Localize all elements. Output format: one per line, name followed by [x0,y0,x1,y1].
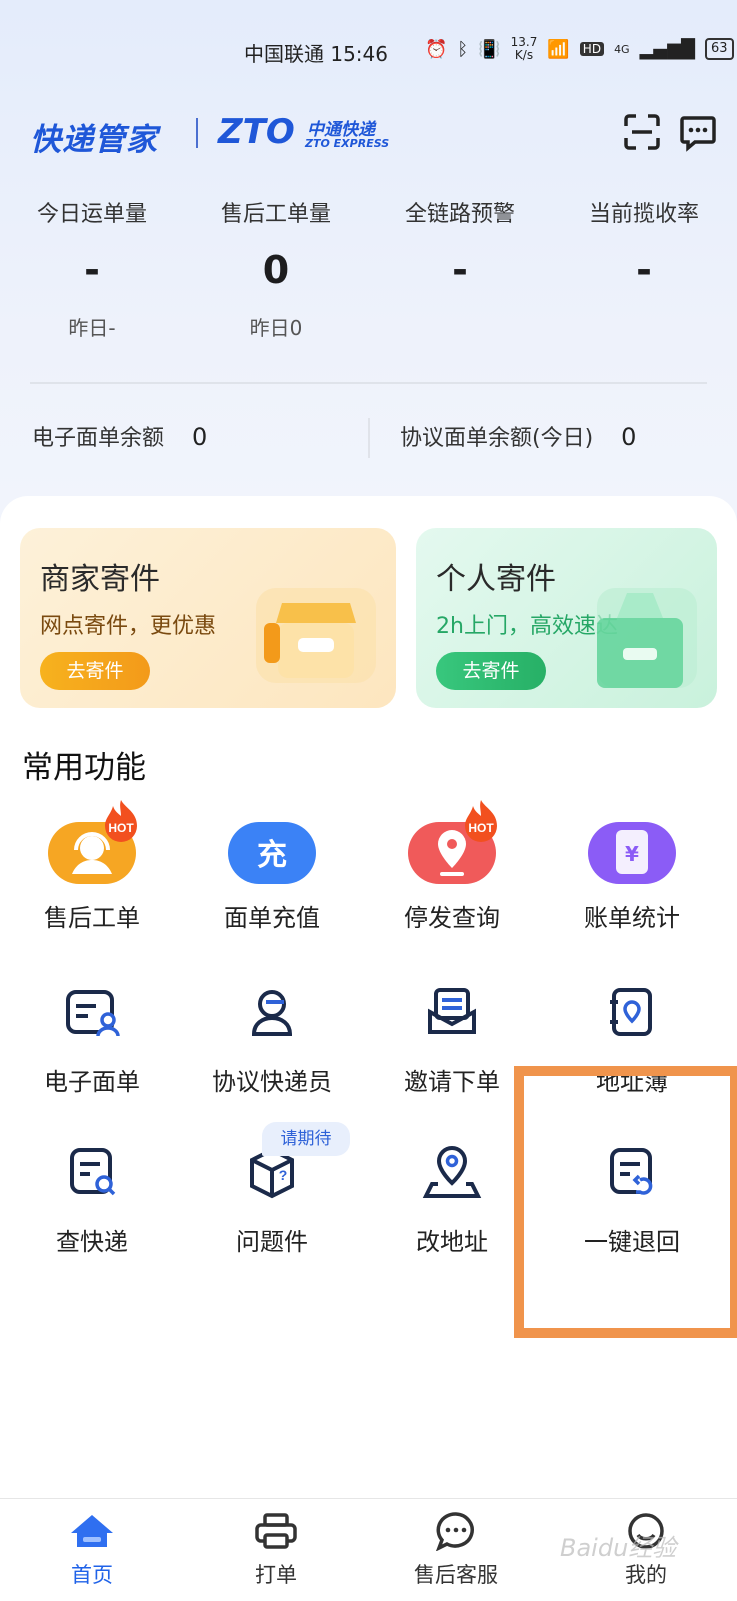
nav-home[interactable]: 首页 [32,1511,152,1589]
svg-text:充: 充 [257,838,287,873]
nav-print[interactable]: 打单 [216,1511,336,1589]
balance-label: 协议面单余额(今日) [400,426,594,451]
courier-icon [251,990,293,1036]
stat-chain-warning[interactable]: 全链路预警 - [370,196,550,290]
alarm-icon: ⏰ [425,38,448,60]
app-header: 快递管家 ZTO 中通快递 ZTO EXPRESS [0,110,737,160]
stat-label: 今日运单量 [36,202,147,227]
nav-label: 我的 [625,1563,667,1587]
coming-soon-badge: 请期待 [262,1122,350,1156]
app-logo: 快递管家 [30,122,158,158]
battery-level: 63 [704,38,734,60]
section-title: 常用功能 [22,750,146,786]
vibrate-icon: 📳 [478,38,501,60]
stat-pickup-rate[interactable]: 当前揽收率 - [554,196,734,290]
nav-label: 首页 [71,1563,113,1587]
status-bar: 中国联通 15:46 ⏰ ᛒ 📳 13.7 K/s 📶 HD 4G ▂▄▆█ 63 [0,30,737,70]
hot-badge: HOT [465,800,497,842]
carrier-time: 中国联通 15:46 [244,42,388,66]
watermark: Baidu经验 [560,1534,677,1562]
feature-aftersale[interactable]: HOT 售后工单 [2,800,182,933]
svg-text:?: ? [279,1167,288,1183]
signal-icon: ▂▄▆█ [639,38,695,60]
personal-shipping-card[interactable]: 个人寄件 2h上门，高效速达 去寄件 [416,528,717,708]
stat-label: 全链路预警 [404,202,515,227]
stat-aftersale-orders[interactable]: 售后工单量 0 昨日0 [186,196,366,341]
feature-label: 售后工单 [44,904,140,932]
stat-sub: 昨日0 [249,316,303,340]
feature-label: 查快递 [56,1228,128,1256]
home-icon [71,1515,113,1547]
stat-sub: 昨日- [68,316,116,340]
scan-icon[interactable] [622,112,662,152]
recharge-icon: 充 [228,822,316,884]
stat-today-orders[interactable]: 今日运单量 - 昨日- [2,196,182,341]
signal-label: 4G [614,42,630,56]
card-title: 个人寄件 [436,562,556,597]
stat-value: - [636,248,652,292]
stat-label: 售后工单量 [220,202,331,227]
address-book-icon [610,988,652,1036]
agreement-balance[interactable]: 协议面单余额(今日) 0 [400,420,636,452]
stat-label: 当前揽收率 [588,202,699,227]
wifi-icon: 📶 [547,38,570,60]
feature-label: 问题件 [236,1228,308,1256]
feature-track-parcel[interactable]: 查快递 [2,1140,182,1257]
gift-box-icon [597,588,697,688]
search-parcel-icon [70,1148,116,1196]
stats-divider [30,382,707,384]
nav-customer-service[interactable]: 售后客服 [396,1511,516,1589]
balance-label: 电子面单余额 [32,426,165,451]
message-icon[interactable] [678,112,718,152]
bluetooth-icon: ᛒ [457,38,469,60]
stat-value: - [84,248,100,292]
feature-agreement-courier[interactable]: 协议快递员 [182,980,362,1097]
card-title: 商家寄件 [40,562,160,597]
zto-logo-en: ZTO EXPRESS [305,137,390,150]
logo-divider [196,118,198,148]
e-waybill-icon [66,990,120,1037]
stat-value: 0 [262,248,290,292]
feature-problem-parcel[interactable]: ? 问题件 [182,1140,362,1257]
nav-label: 售后客服 [414,1563,498,1587]
feature-bill-stats[interactable]: ¥ 账单统计 [542,816,722,933]
ewaybill-balance[interactable]: 电子面单余额 0 [32,420,207,452]
bill-icon: ¥ [588,822,676,884]
feature-suspension-query[interactable]: HOT 停发查询 [362,800,542,933]
hot-badge: HOT [105,800,137,842]
chat-icon [435,1512,474,1552]
status-icons: ⏰ ᛒ 📳 13.7 K/s 📶 HD 4G ▂▄▆█ 63 [425,36,734,62]
feature-label: 停发查询 [404,904,500,932]
highlight-box [514,1066,737,1338]
svg-text:HOT: HOT [108,821,134,835]
merchant-shipping-card[interactable]: 商家寄件 网点寄件，更优惠 去寄件 [20,528,396,708]
nav-label: 打单 [255,1563,297,1587]
feature-label: 账单统计 [584,904,680,932]
hd-badge: HD [579,42,605,56]
balance-separator [368,418,370,458]
printer-icon [255,1513,297,1549]
change-address-icon [422,1145,482,1198]
balance-value: 0 [621,423,637,451]
svg-text:HOT: HOT [468,821,494,835]
feature-e-waybill[interactable]: 电子面单 [2,980,182,1097]
svg-text:¥: ¥ [625,842,639,866]
personal-ship-button[interactable]: 去寄件 [436,652,546,690]
merchant-ship-button[interactable]: 去寄件 [40,652,150,690]
network-speed: 13.7 K/s [510,35,538,62]
card-desc: 网点寄件，更优惠 [40,614,217,639]
shop-icon [256,588,376,683]
feature-recharge[interactable]: 充 面单充值 [182,816,362,933]
balance-value: 0 [192,423,208,451]
feature-label: 协议快递员 [212,1068,332,1096]
feature-label: 面单充值 [224,904,320,932]
feature-label: 电子面单 [44,1068,140,1096]
stat-value: - [452,248,468,292]
zto-logo: ZTO [218,112,295,152]
invite-icon [428,988,476,1034]
